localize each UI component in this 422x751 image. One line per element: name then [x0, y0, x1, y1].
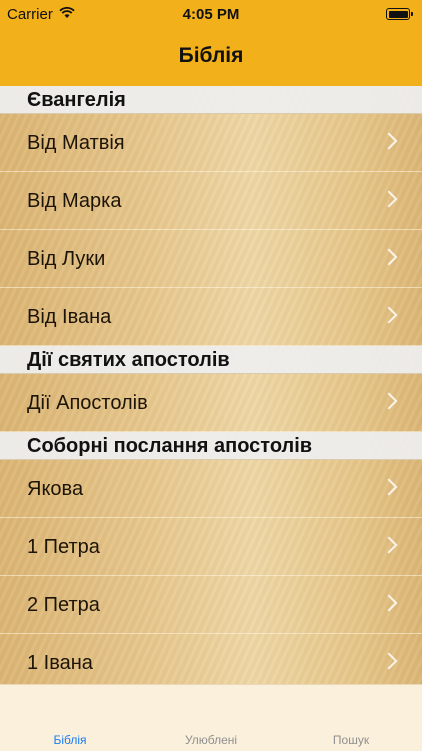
list-item[interactable]: 1 Петра — [0, 518, 422, 576]
section-header-gospels: Євангелія — [0, 86, 422, 114]
chevron-right-icon — [380, 248, 398, 266]
navigation-bar: Біблія — [0, 30, 422, 86]
list-item-label: Дії Апостолів — [27, 392, 148, 414]
list-item-label: Якова — [27, 478, 84, 500]
list-item-label: Від Матвія — [27, 132, 125, 154]
battery-icon — [386, 8, 413, 20]
list-item[interactable]: 1 Івана — [0, 634, 422, 684]
chevron-right-icon — [380, 190, 398, 208]
list-item-label: Від Івана — [27, 306, 112, 328]
status-bar: Carrier 4:05 PM — [0, 0, 422, 30]
list-item-label: 2 Петра — [27, 594, 100, 616]
chevron-right-icon — [380, 478, 398, 496]
list-item-label: 1 Петра — [27, 536, 100, 558]
section-header-acts: Дії святих апостолів — [0, 346, 422, 374]
list-item-label: 1 Івана — [27, 652, 93, 674]
list-item[interactable]: Якова — [0, 460, 422, 518]
list-item[interactable]: 2 Петра — [0, 576, 422, 634]
list-item[interactable]: Від Івана — [0, 288, 422, 346]
list-item[interactable]: Від Марка — [0, 172, 422, 230]
chevron-right-icon — [380, 652, 398, 670]
list-item-label: Від Марка — [27, 190, 122, 212]
list-item[interactable]: Дії Апостолів — [0, 374, 422, 432]
tab-bible[interactable]: Біблія — [10, 733, 130, 747]
tab-search[interactable]: Пошук — [291, 733, 411, 747]
tab-favorites[interactable]: Улюблені — [151, 733, 271, 747]
section-header-epistles: Соборні послання апостолів — [0, 432, 422, 460]
chevron-right-icon — [380, 536, 398, 554]
chevron-right-icon — [380, 306, 398, 324]
status-time: 4:05 PM — [182, 6, 240, 23]
tab-bar: Біблія Улюблені Пошук — [0, 684, 422, 751]
chevron-right-icon — [380, 392, 398, 410]
list-item-label: Від Луки — [27, 248, 106, 270]
chevron-right-icon — [380, 594, 398, 612]
chevron-right-icon — [380, 132, 398, 150]
books-list[interactable]: Євангелія Від Матвія Від Марка Від Луки … — [0, 86, 422, 684]
list-item[interactable]: Від Матвія — [0, 114, 422, 172]
page-title: Біблія — [178, 44, 244, 67]
list-item[interactable]: Від Луки — [0, 230, 422, 288]
